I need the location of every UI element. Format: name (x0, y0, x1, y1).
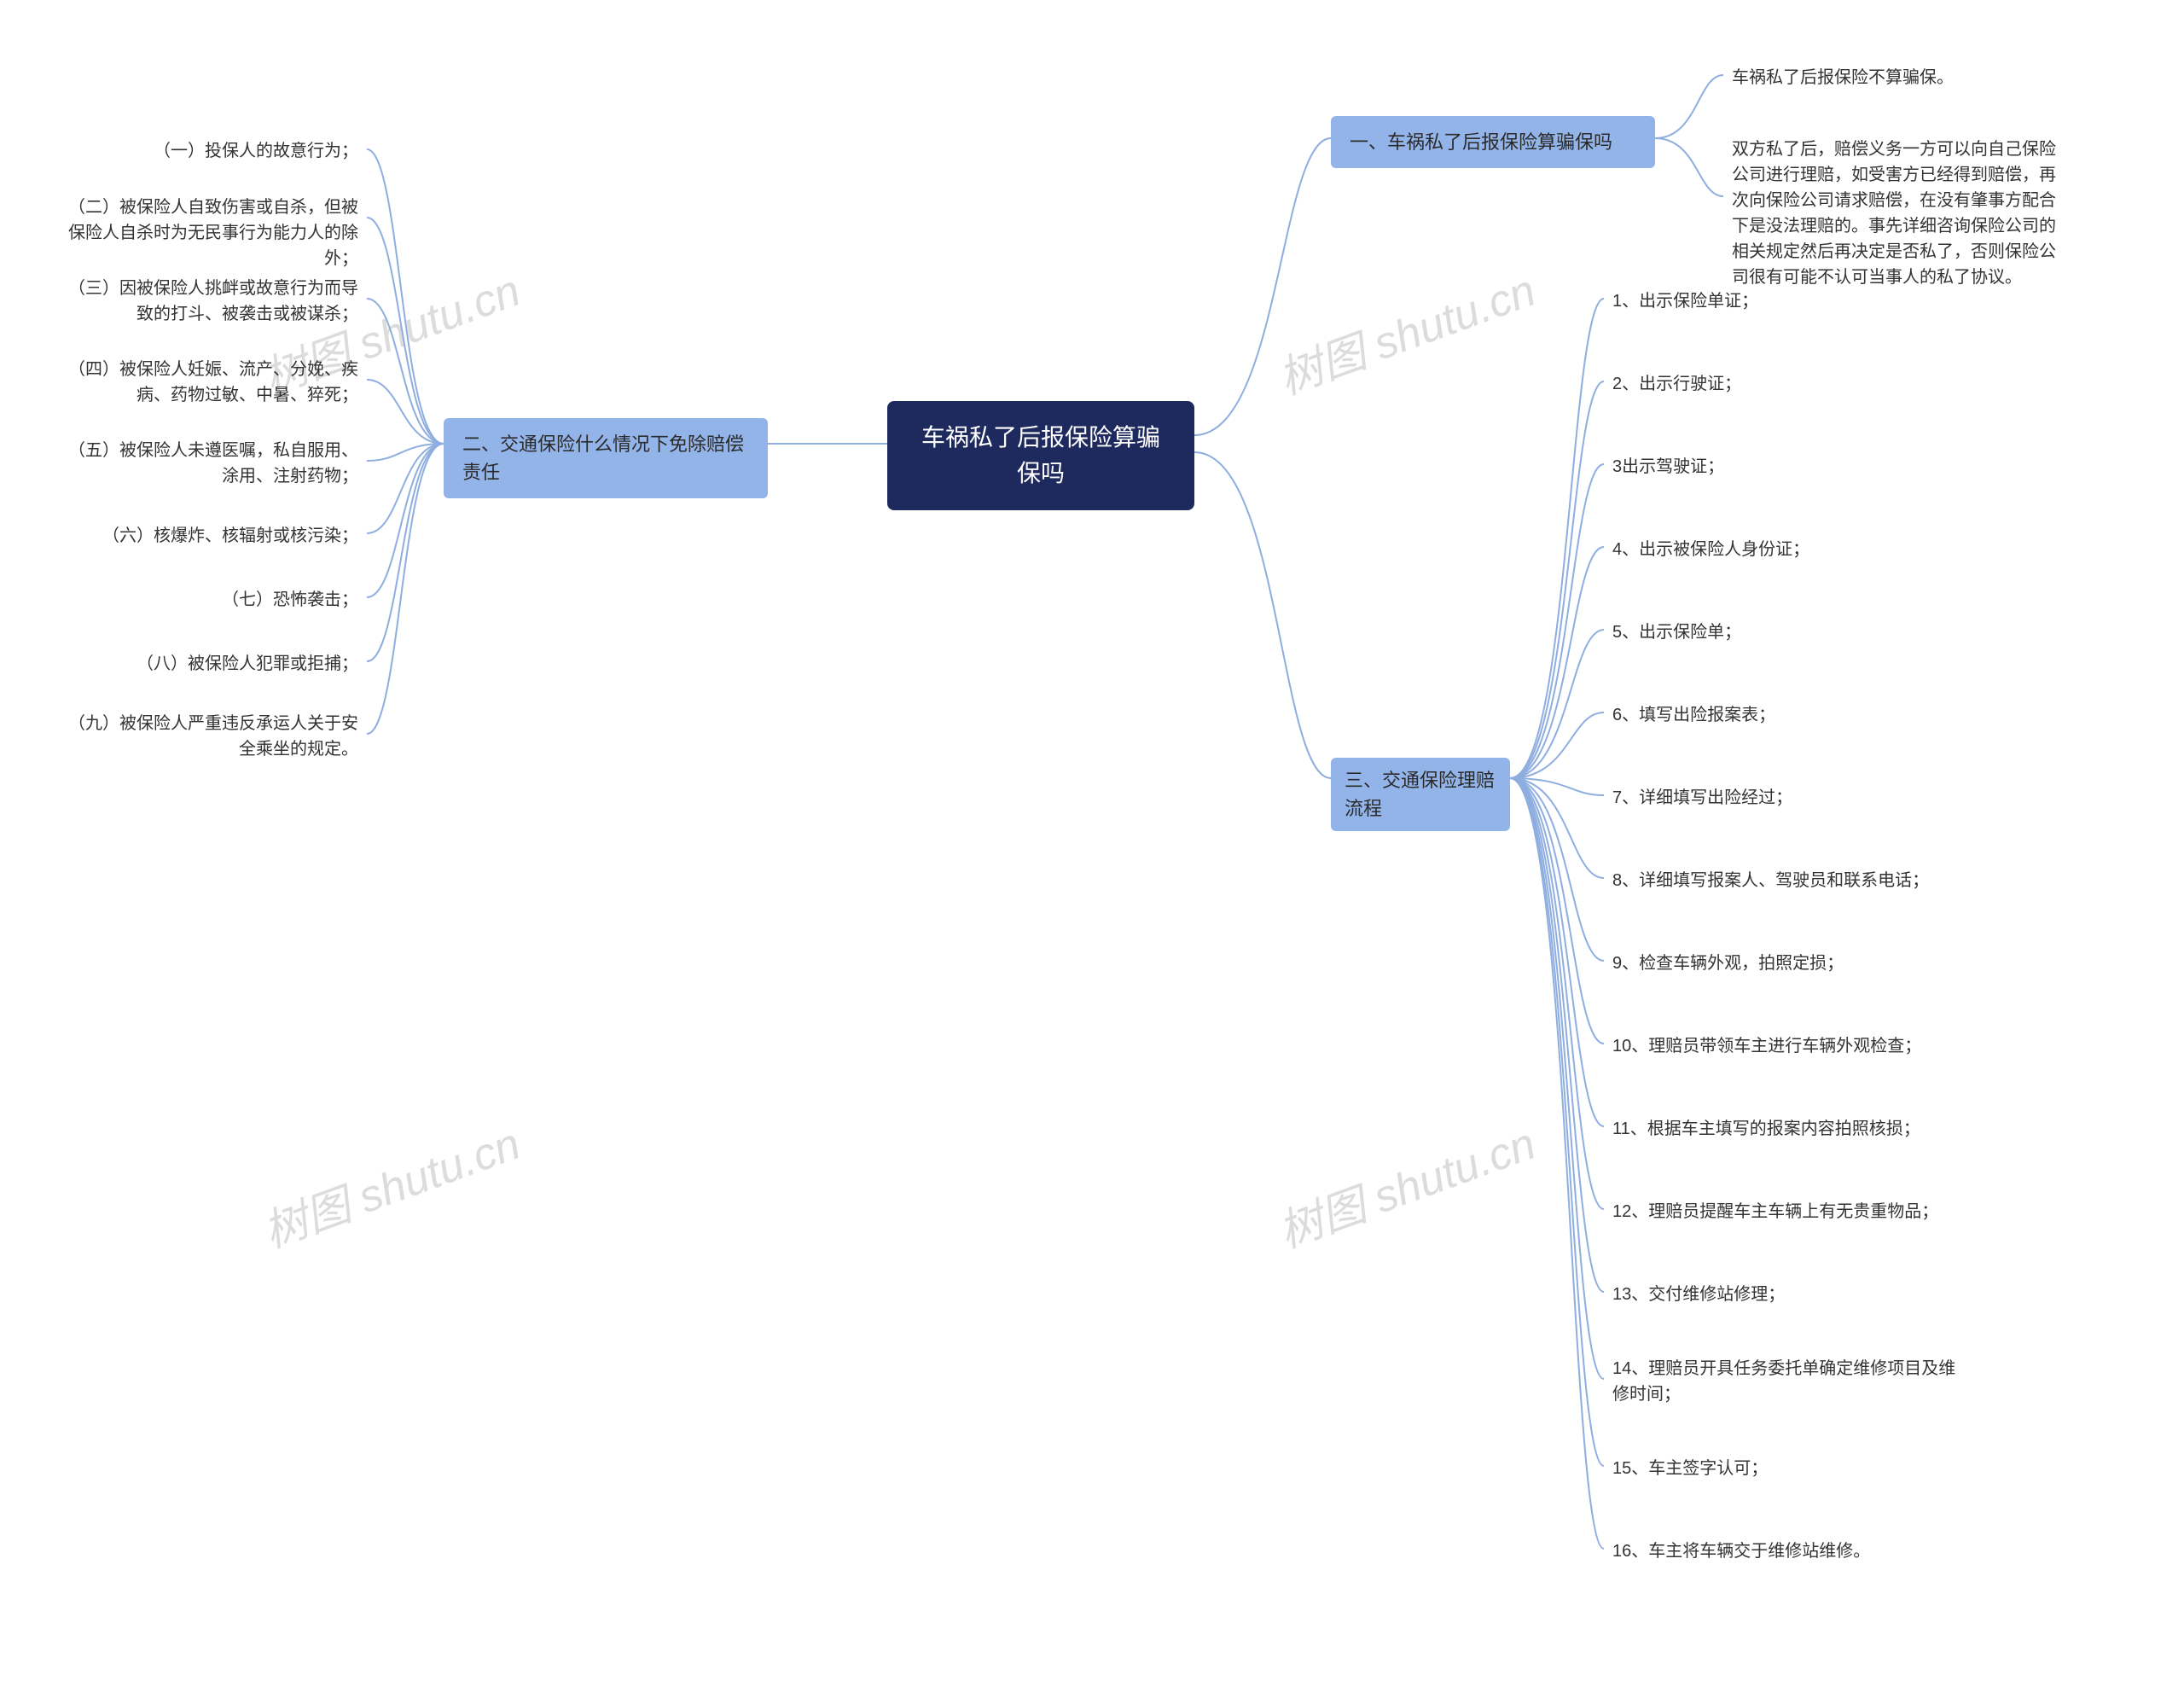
branch-3-leaf-8: 9、检查车辆外观，拍照定损； (1612, 951, 1844, 976)
branch-3-leaf-11: 12、理赔员提醒车主车辆上有无贵重物品； (1612, 1199, 1938, 1224)
root-title: 车祸私了后报保险算骗保吗 (921, 424, 1160, 486)
watermark: 树图 shutu.cn (1269, 1108, 1543, 1259)
branch-2-leaf-4: （五）被保险人未遵医嘱，私自服用、涂用、注射药物； (68, 438, 358, 489)
branch-2-leaf-7: （八）被保险人犯罪或拒捕； (68, 651, 358, 677)
branch-2-leaf-3: （四）被保险人妊娠、流产、分娩、疾病、药物过敏、中暑、猝死； (68, 357, 358, 408)
branch-3-leaf-0: 1、出示保险单证； (1612, 288, 1758, 314)
branch-1-leaf-1: 双方私了后，赔偿义务一方可以向自己保险公司进行理赔，如受害方已经得到赔偿，再次向… (1732, 137, 2056, 290)
branch-3-leaf-14: 15、车主签字认可； (1612, 1456, 1768, 1481)
branch-1-label: 一、车祸私了后报保险算骗保吗 (1350, 131, 1612, 153)
branch-3-leaf-15: 16、车主将车辆交于维修站维修。 (1612, 1538, 1870, 1564)
branch-2-leaf-2: （三）因被保险人挑衅或故意行为而导致的打斗、被袭击或被谋杀； (68, 276, 358, 327)
root-node[interactable]: 车祸私了后报保险算骗保吗 (887, 401, 1194, 510)
branch-3-leaf-4: 5、出示保险单； (1612, 619, 1741, 645)
watermark: 树图 shutu.cn (1269, 254, 1543, 406)
branch-2-leaf-1: （二）被保险人自致伤害或自杀，但被保险人自杀时为无民事行为能力人的除外； (68, 195, 358, 271)
branch-3-leaf-9: 10、理赔员带领车主进行车辆外观检查； (1612, 1033, 1921, 1059)
branch-1[interactable]: 一、车祸私了后报保险算骗保吗 (1331, 116, 1655, 168)
branch-3-leaf-7: 8、详细填写报案人、驾驶员和联系电话； (1612, 868, 1929, 893)
branch-2-label: 二、交通保险什么情况下免除赔偿责任 (462, 433, 744, 483)
branch-2-leaf-0: （一）投保人的故意行为； (68, 138, 358, 164)
branch-3-leaf-1: 2、出示行驶证； (1612, 371, 1741, 397)
watermark: 树图 shutu.cn (253, 1108, 528, 1259)
branch-2-leaf-6: （七）恐怖袭击； (68, 587, 358, 613)
branch-1-leaf-0: 车祸私了后报保险不算骗保。 (1732, 65, 1954, 90)
branch-3-leaf-3: 4、出示被保险人身份证； (1612, 537, 1809, 562)
branch-3-leaf-5: 6、填写出险报案表； (1612, 702, 1775, 728)
branch-3-leaf-12: 13、交付维修站修理； (1612, 1282, 1785, 1307)
branch-3-leaf-6: 7、详细填写出险经过； (1612, 785, 1792, 811)
branch-3-leaf-13: 14、理赔员开具任务委托单确定维修项目及维修时间； (1612, 1356, 1971, 1407)
branch-3-leaf-2: 3出示驾驶证； (1612, 454, 1724, 480)
branch-3[interactable]: 三、交通保险理赔流程 (1331, 758, 1510, 831)
branch-2-leaf-5: （六）核爆炸、核辐射或核污染； (68, 523, 358, 549)
branch-3-label: 三、交通保险理赔流程 (1345, 770, 1495, 819)
branch-3-leaf-10: 11、根据车主填写的报案内容拍照核损； (1612, 1116, 1920, 1142)
branch-2-leaf-8: （九）被保险人严重违反承运人关于安全乘坐的规定。 (68, 711, 358, 762)
branch-2[interactable]: 二、交通保险什么情况下免除赔偿责任 (444, 418, 768, 498)
